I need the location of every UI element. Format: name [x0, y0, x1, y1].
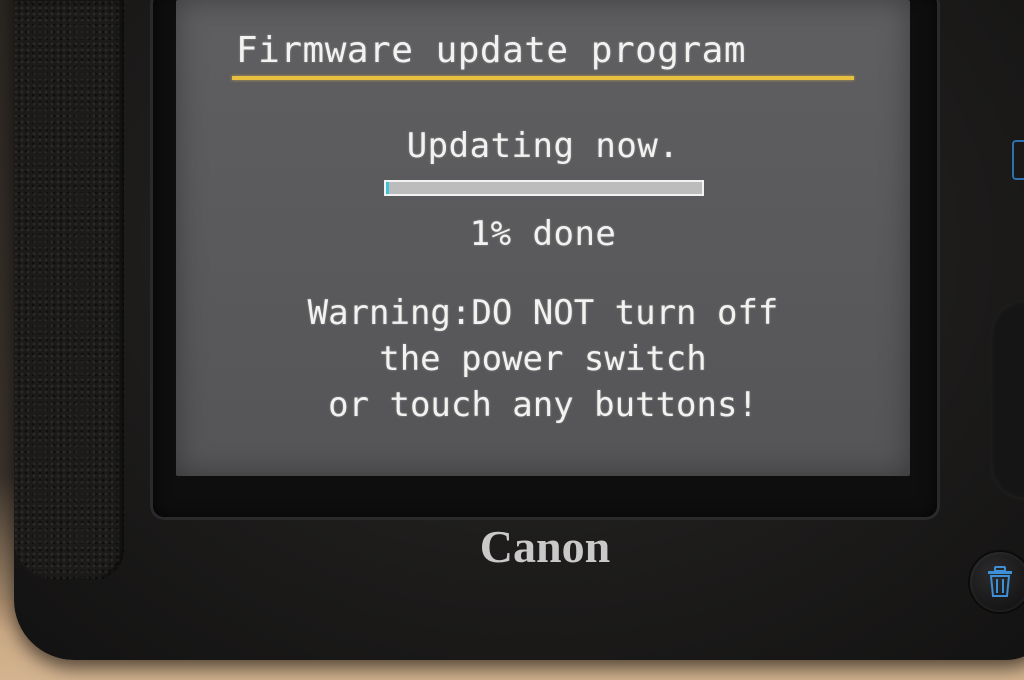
warning-line: the power switch — [379, 339, 707, 379]
brand-logo-text: Canon — [480, 521, 610, 572]
camera-grip — [14, 0, 124, 580]
warning-line: or touch any buttons! — [328, 385, 758, 425]
control-dial[interactable] — [990, 300, 1024, 500]
lcd-screen: Firmware update program Updating now. 1%… — [176, 0, 910, 476]
trash-icon — [988, 566, 1012, 597]
progress-fill — [386, 182, 390, 194]
progress-bar — [384, 180, 704, 196]
warning-line: Warning:DO NOT turn off — [307, 293, 779, 333]
delete-button[interactable] — [970, 552, 1024, 612]
warning-message: Warning:DO NOT turn off the power switch… — [176, 290, 910, 428]
title-underline — [232, 76, 854, 80]
brand-logo: Canon — [480, 521, 610, 572]
screen-title: Firmware update program — [236, 30, 746, 71]
percent-text: 1% done — [469, 214, 617, 254]
camera-photo: Firmware update program Updating now. 1%… — [0, 0, 1024, 680]
side-button[interactable] — [1012, 140, 1024, 180]
status-text: Updating now. — [406, 126, 680, 166]
